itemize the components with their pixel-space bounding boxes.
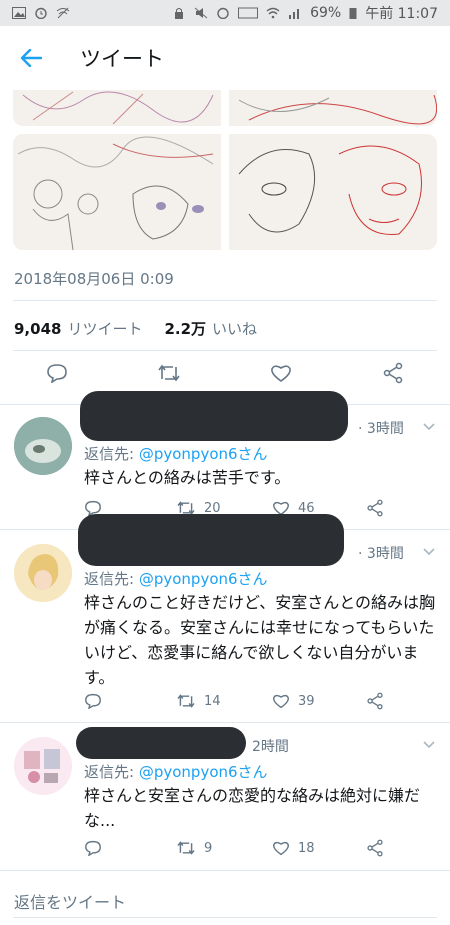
no-wifi-icon	[56, 7, 70, 19]
redacted-username	[80, 391, 348, 441]
heart-icon	[271, 365, 291, 382]
reply-text: 梓さんと安室さんの恋愛的な絡みは絶対に嫌だな...	[84, 786, 421, 830]
tweet-stats: 9,048 リツイート 2.2万 いいね	[14, 318, 257, 339]
avatar-image	[14, 544, 72, 602]
mute-icon	[194, 7, 208, 19]
reply-tweet[interactable]: · 3時間 返信先: @pyonpyon6さん 梓さんのこと好きだけど、安室さん…	[0, 514, 450, 722]
reply-button[interactable]	[84, 690, 102, 712]
avatar[interactable]	[14, 737, 72, 795]
tweet-timestamp: 2018年08月06日 0:09	[14, 270, 174, 288]
reply-time: 2時間	[252, 739, 289, 755]
tweet-image[interactable]	[13, 134, 221, 250]
app-header: ツイート	[0, 26, 450, 90]
back-button[interactable]	[0, 26, 62, 90]
reply-button[interactable]	[84, 837, 102, 859]
back-arrow-icon	[20, 49, 42, 67]
share-button[interactable]	[366, 497, 384, 519]
heart-icon	[273, 841, 289, 856]
reply-icon	[85, 693, 101, 709]
lock-icon	[175, 8, 184, 19]
retweet-button[interactable]: 14	[176, 690, 221, 712]
like-button[interactable]: 18	[272, 837, 315, 859]
battery-icon	[349, 8, 357, 19]
reply-tweet[interactable]: · 3時間 返信先: @pyonpyon6さん 梓さんとの絡みは苦手です。 20…	[0, 391, 450, 529]
retweet-icon	[158, 364, 180, 382]
reply-to-handle[interactable]: @pyonpyon6さん	[139, 445, 268, 463]
reply-time: · 3時間	[358, 421, 404, 437]
reply-to: 返信先: @pyonpyon6さん	[84, 445, 268, 463]
signal-icon	[289, 9, 300, 19]
chevron-down-icon[interactable]	[422, 740, 436, 750]
separator	[0, 870, 450, 871]
battery-percent: 69%	[310, 5, 342, 21]
share-button[interactable]	[366, 690, 384, 712]
sketch-image	[22, 91, 214, 125]
page-title: ツイート	[80, 47, 164, 71]
reply-text: 梓さんとの絡みは苦手です。	[84, 468, 291, 487]
like-count: 39	[298, 693, 315, 709]
reply-compose-field[interactable]: 返信をツイート	[14, 889, 126, 913]
chevron-down-icon[interactable]	[422, 422, 436, 432]
reply-to: 返信先: @pyonpyon6さん	[84, 763, 268, 781]
gallery-icon	[12, 7, 26, 19]
heart-icon	[273, 694, 289, 709]
alarm-icon	[217, 7, 229, 19]
reply-to-handle[interactable]: @pyonpyon6さん	[139, 570, 268, 588]
divider	[13, 350, 437, 351]
reply-text: 梓さんのこと好きだけど、安室さんとの絡みは胸が痛くなる。安室さんには幸せになって…	[84, 593, 436, 687]
like-count[interactable]: 2.2万	[164, 318, 206, 339]
tweet-image[interactable]	[229, 90, 437, 126]
reply-button[interactable]	[44, 360, 70, 386]
avatar[interactable]	[14, 417, 72, 475]
retweet-label[interactable]: リツイート	[67, 318, 142, 339]
retweet-icon	[177, 841, 195, 855]
retweet-count: 14	[204, 693, 221, 709]
share-icon	[367, 499, 383, 517]
like-count: 18	[298, 840, 315, 856]
share-button[interactable]	[366, 837, 384, 859]
divider	[13, 917, 437, 918]
tweet-image[interactable]	[13, 90, 221, 126]
reply-to: 返信先: @pyonpyon6さん	[84, 570, 268, 588]
share-button[interactable]	[380, 360, 406, 386]
redacted-username	[76, 727, 246, 759]
share-icon	[383, 362, 403, 384]
redacted-username	[78, 514, 344, 566]
clock: 午前 11:07	[365, 6, 438, 22]
like-button[interactable]: 39	[272, 690, 315, 712]
chevron-down-icon[interactable]	[422, 547, 436, 557]
status-left-icons	[12, 7, 70, 19]
reply-to-handle[interactable]: @pyonpyon6さん	[139, 763, 268, 781]
divider	[13, 300, 437, 301]
reply-icon	[47, 364, 67, 383]
status-bar: 69% 午前 11:07	[0, 0, 450, 26]
sketch-image	[238, 94, 437, 125]
retweet-count[interactable]: 9,048	[14, 320, 61, 338]
avatar-image	[14, 737, 72, 795]
alarm-icon	[35, 7, 47, 19]
avatar[interactable]	[14, 544, 72, 602]
sketch-image	[238, 145, 422, 235]
status-right-icons: 69% 午前 11:07	[172, 3, 438, 23]
like-label[interactable]: いいね	[212, 318, 257, 339]
sketch-image	[17, 136, 214, 250]
like-button[interactable]	[268, 360, 294, 386]
tweet-image[interactable]	[229, 134, 437, 250]
retweet-button[interactable]	[156, 360, 182, 386]
volte-icon	[238, 7, 259, 19]
retweet-icon	[177, 694, 195, 708]
share-icon	[367, 692, 383, 710]
avatar-image	[14, 417, 72, 475]
wifi-icon	[266, 7, 280, 19]
tweet-media-grid	[13, 90, 437, 250]
retweet-count: 9	[204, 840, 213, 856]
reply-time: · 3時間	[358, 546, 404, 562]
retweet-button[interactable]: 9	[176, 837, 212, 859]
share-icon	[367, 839, 383, 857]
reply-tweet[interactable]: 2時間 返信先: @pyonpyon6さん 梓さんと安室さんの恋愛的な絡みは絶対…	[0, 723, 450, 867]
reply-icon	[85, 840, 101, 856]
